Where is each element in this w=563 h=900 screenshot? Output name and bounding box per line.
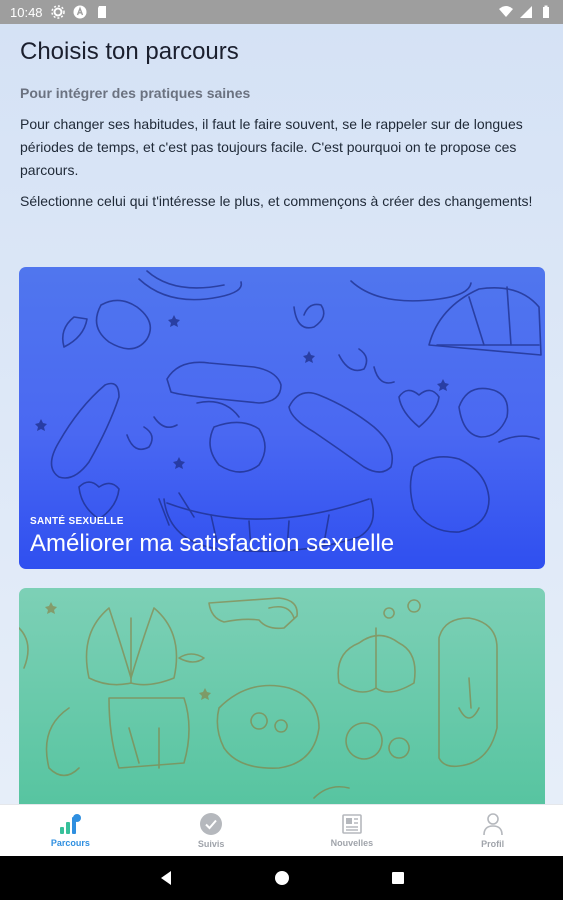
person-icon: [482, 813, 503, 836]
battery-icon: [543, 5, 549, 18]
nav-label: Nouvelles: [330, 838, 374, 848]
system-navigation-bar: [0, 856, 563, 900]
home-icon[interactable]: [274, 870, 290, 886]
sd-card-icon: [97, 6, 106, 18]
chart-icon: [60, 814, 82, 834]
nav-label: Parcours: [50, 838, 90, 848]
nav-label: Suivis: [197, 839, 225, 849]
wifi-icon: [499, 6, 513, 17]
intro-paragraph: Pour changer ses habitudes, il faut le f…: [20, 116, 523, 178]
instruction-paragraph: Sélectionne celui qui t'intéresse le plu…: [20, 193, 533, 209]
recents-icon[interactable]: [390, 870, 406, 886]
signal-icon: [520, 6, 532, 18]
card-category: SANTÉ SEXUELLE: [30, 516, 124, 527]
page-subtitle: Pour intégrer des pratiques saines: [20, 85, 251, 101]
main-content[interactable]: Choisis ton parcours Pour intégrer des p…: [0, 24, 563, 804]
a-badge-icon: [73, 5, 87, 19]
nav-item-nouvelles[interactable]: Nouvelles: [282, 805, 423, 856]
path-card-second[interactable]: [19, 588, 545, 804]
back-icon[interactable]: [158, 870, 174, 886]
bottom-navigation: Parcours Suivis Nouvelles Profil: [0, 804, 563, 856]
check-circle-icon: [200, 813, 223, 835]
card-title: Améliorer ma satisfaction sexuelle: [30, 530, 395, 557]
nav-item-suivis[interactable]: Suivis: [141, 805, 282, 856]
nav-label: Profil: [481, 839, 505, 849]
newspaper-icon: [342, 814, 362, 834]
path-card-sexual-health[interactable]: SANTÉ SEXUELLE Améliorer ma satisfaction…: [19, 267, 545, 569]
nav-item-parcours[interactable]: Parcours: [0, 805, 141, 856]
settings-icon: [50, 5, 65, 19]
nav-item-profil[interactable]: Profil: [422, 805, 563, 856]
card-illustration-pattern: [19, 597, 498, 799]
status-time: 10:48: [10, 4, 43, 20]
page-title: Choisis ton parcours: [20, 38, 239, 65]
status-bar: 10:48: [0, 0, 563, 24]
